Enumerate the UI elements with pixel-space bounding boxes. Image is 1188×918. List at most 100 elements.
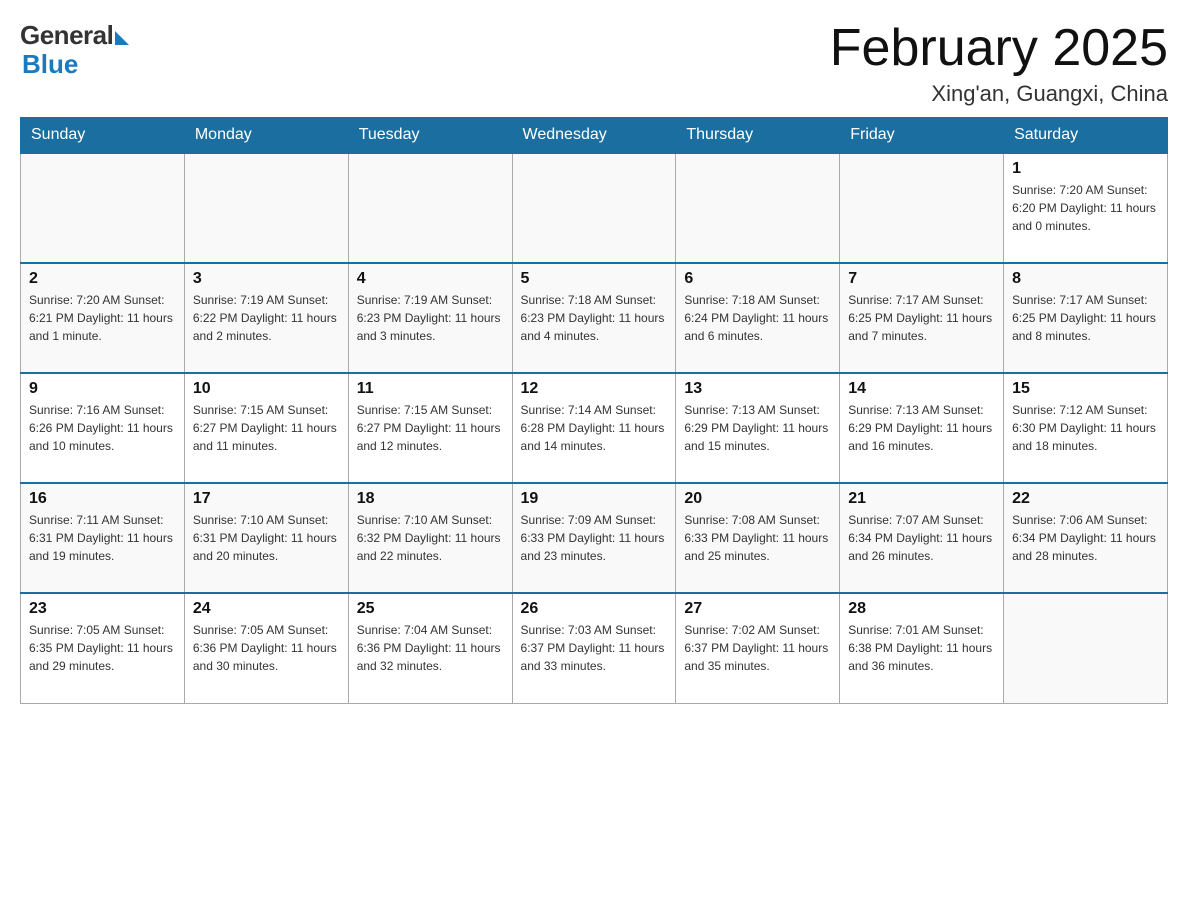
calendar-cell: 7 Sunrise: 7:17 AM Sunset: 6:25 PM Daylig…: [840, 263, 1004, 373]
calendar-cell: 1 Sunrise: 7:20 AM Sunset: 6:20 PM Daylig…: [1004, 153, 1168, 263]
calendar-cell: [1004, 593, 1168, 703]
calendar-cell: 4 Sunrise: 7:19 AM Sunset: 6:23 PM Daylig…: [348, 263, 512, 373]
day-number: 3: [193, 270, 340, 288]
day-number: 15: [1012, 380, 1159, 398]
calendar-cell: 23 Sunrise: 7:05 AM Sunset: 6:35 PM Dayli…: [21, 593, 185, 703]
day-info: Sunrise: 7:15 AM Sunset: 6:27 PM Dayligh…: [193, 401, 340, 455]
day-info: Sunrise: 7:12 AM Sunset: 6:30 PM Dayligh…: [1012, 401, 1159, 455]
month-title: February 2025: [830, 20, 1168, 77]
page-header: General Blue February 2025 Xing'an, Guan…: [20, 20, 1168, 107]
day-number: 18: [357, 490, 504, 508]
day-number: 22: [1012, 490, 1159, 508]
day-number: 20: [684, 490, 831, 508]
day-info: Sunrise: 7:14 AM Sunset: 6:28 PM Dayligh…: [521, 401, 668, 455]
day-info: Sunrise: 7:10 AM Sunset: 6:31 PM Dayligh…: [193, 511, 340, 565]
day-number: 7: [848, 270, 995, 288]
day-number: 26: [521, 600, 668, 618]
day-number: 11: [357, 380, 504, 398]
calendar-cell: [840, 153, 1004, 263]
calendar-cell: 6 Sunrise: 7:18 AM Sunset: 6:24 PM Daylig…: [676, 263, 840, 373]
calendar-week-row: 23 Sunrise: 7:05 AM Sunset: 6:35 PM Dayli…: [21, 593, 1168, 703]
weekday-header-row: SundayMondayTuesdayWednesdayThursdayFrid…: [21, 118, 1168, 154]
logo-arrow-icon: [115, 31, 129, 45]
day-info: Sunrise: 7:19 AM Sunset: 6:22 PM Dayligh…: [193, 291, 340, 345]
day-number: 16: [29, 490, 176, 508]
day-info: Sunrise: 7:20 AM Sunset: 6:21 PM Dayligh…: [29, 291, 176, 345]
day-number: 25: [357, 600, 504, 618]
day-info: Sunrise: 7:18 AM Sunset: 6:23 PM Dayligh…: [521, 291, 668, 345]
weekday-header-thursday: Thursday: [676, 118, 840, 154]
day-number: 14: [848, 380, 995, 398]
day-number: 2: [29, 270, 176, 288]
location-subtitle: Xing'an, Guangxi, China: [830, 81, 1168, 107]
calendar-header: SundayMondayTuesdayWednesdayThursdayFrid…: [21, 118, 1168, 154]
day-number: 6: [684, 270, 831, 288]
calendar-cell: 27 Sunrise: 7:02 AM Sunset: 6:37 PM Dayli…: [676, 593, 840, 703]
weekday-header-friday: Friday: [840, 118, 1004, 154]
day-number: 9: [29, 380, 176, 398]
weekday-header-saturday: Saturday: [1004, 118, 1168, 154]
calendar-cell: 11 Sunrise: 7:15 AM Sunset: 6:27 PM Dayli…: [348, 373, 512, 483]
day-info: Sunrise: 7:17 AM Sunset: 6:25 PM Dayligh…: [848, 291, 995, 345]
calendar-cell: 28Sunrise: 7:01 AM Sunset: 6:38 PM Dayli…: [840, 593, 1004, 703]
weekday-header-sunday: Sunday: [21, 118, 185, 154]
calendar-table: SundayMondayTuesdayWednesdayThursdayFrid…: [20, 117, 1168, 704]
calendar-cell: [512, 153, 676, 263]
calendar-cell: 19Sunrise: 7:09 AM Sunset: 6:33 PM Dayli…: [512, 483, 676, 593]
calendar-week-row: 9 Sunrise: 7:16 AM Sunset: 6:26 PM Daylig…: [21, 373, 1168, 483]
day-number: 1: [1012, 160, 1159, 178]
day-info: Sunrise: 7:18 AM Sunset: 6:24 PM Dayligh…: [684, 291, 831, 345]
day-info: Sunrise: 7:17 AM Sunset: 6:25 PM Dayligh…: [1012, 291, 1159, 345]
day-info: Sunrise: 7:05 AM Sunset: 6:35 PM Dayligh…: [29, 621, 176, 675]
calendar-week-row: 16Sunrise: 7:11 AM Sunset: 6:31 PM Dayli…: [21, 483, 1168, 593]
calendar-cell: 8Sunrise: 7:17 AM Sunset: 6:25 PM Daylig…: [1004, 263, 1168, 373]
day-number: 4: [357, 270, 504, 288]
calendar-cell: 9 Sunrise: 7:16 AM Sunset: 6:26 PM Daylig…: [21, 373, 185, 483]
calendar-cell: 3 Sunrise: 7:19 AM Sunset: 6:22 PM Daylig…: [184, 263, 348, 373]
calendar-cell: 20 Sunrise: 7:08 AM Sunset: 6:33 PM Dayli…: [676, 483, 840, 593]
day-info: Sunrise: 7:10 AM Sunset: 6:32 PM Dayligh…: [357, 511, 504, 565]
calendar-cell: 10 Sunrise: 7:15 AM Sunset: 6:27 PM Dayli…: [184, 373, 348, 483]
logo-blue-text: Blue: [22, 49, 78, 80]
weekday-header-monday: Monday: [184, 118, 348, 154]
day-info: Sunrise: 7:07 AM Sunset: 6:34 PM Dayligh…: [848, 511, 995, 565]
calendar-cell: 5Sunrise: 7:18 AM Sunset: 6:23 PM Daylig…: [512, 263, 676, 373]
weekday-header-wednesday: Wednesday: [512, 118, 676, 154]
day-number: 13: [684, 380, 831, 398]
calendar-cell: [348, 153, 512, 263]
calendar-cell: [676, 153, 840, 263]
calendar-cell: 24Sunrise: 7:05 AM Sunset: 6:36 PM Dayli…: [184, 593, 348, 703]
calendar-cell: 15 Sunrise: 7:12 AM Sunset: 6:30 PM Dayli…: [1004, 373, 1168, 483]
day-info: Sunrise: 7:15 AM Sunset: 6:27 PM Dayligh…: [357, 401, 504, 455]
day-number: 19: [521, 490, 668, 508]
day-number: 21: [848, 490, 995, 508]
day-info: Sunrise: 7:04 AM Sunset: 6:36 PM Dayligh…: [357, 621, 504, 675]
calendar-week-row: 2 Sunrise: 7:20 AM Sunset: 6:21 PM Daylig…: [21, 263, 1168, 373]
calendar-body: 1 Sunrise: 7:20 AM Sunset: 6:20 PM Daylig…: [21, 153, 1168, 703]
calendar-week-row: 1 Sunrise: 7:20 AM Sunset: 6:20 PM Daylig…: [21, 153, 1168, 263]
day-info: Sunrise: 7:08 AM Sunset: 6:33 PM Dayligh…: [684, 511, 831, 565]
day-info: Sunrise: 7:13 AM Sunset: 6:29 PM Dayligh…: [848, 401, 995, 455]
calendar-cell: 22 Sunrise: 7:06 AM Sunset: 6:34 PM Dayli…: [1004, 483, 1168, 593]
day-info: Sunrise: 7:19 AM Sunset: 6:23 PM Dayligh…: [357, 291, 504, 345]
logo: General Blue: [20, 20, 129, 80]
day-info: Sunrise: 7:01 AM Sunset: 6:38 PM Dayligh…: [848, 621, 995, 675]
weekday-header-tuesday: Tuesday: [348, 118, 512, 154]
calendar-cell: 2 Sunrise: 7:20 AM Sunset: 6:21 PM Daylig…: [21, 263, 185, 373]
day-number: 27: [684, 600, 831, 618]
calendar-cell: 16Sunrise: 7:11 AM Sunset: 6:31 PM Dayli…: [21, 483, 185, 593]
day-info: Sunrise: 7:20 AM Sunset: 6:20 PM Dayligh…: [1012, 181, 1159, 235]
day-info: Sunrise: 7:06 AM Sunset: 6:34 PM Dayligh…: [1012, 511, 1159, 565]
day-info: Sunrise: 7:02 AM Sunset: 6:37 PM Dayligh…: [684, 621, 831, 675]
day-number: 23: [29, 600, 176, 618]
title-block: February 2025 Xing'an, Guangxi, China: [830, 20, 1168, 107]
calendar-cell: 13Sunrise: 7:13 AM Sunset: 6:29 PM Dayli…: [676, 373, 840, 483]
day-number: 24: [193, 600, 340, 618]
calendar-cell: [184, 153, 348, 263]
calendar-cell: 26 Sunrise: 7:03 AM Sunset: 6:37 PM Dayli…: [512, 593, 676, 703]
day-info: Sunrise: 7:03 AM Sunset: 6:37 PM Dayligh…: [521, 621, 668, 675]
logo-general-text: General: [20, 20, 113, 51]
day-number: 10: [193, 380, 340, 398]
day-info: Sunrise: 7:16 AM Sunset: 6:26 PM Dayligh…: [29, 401, 176, 455]
day-number: 17: [193, 490, 340, 508]
